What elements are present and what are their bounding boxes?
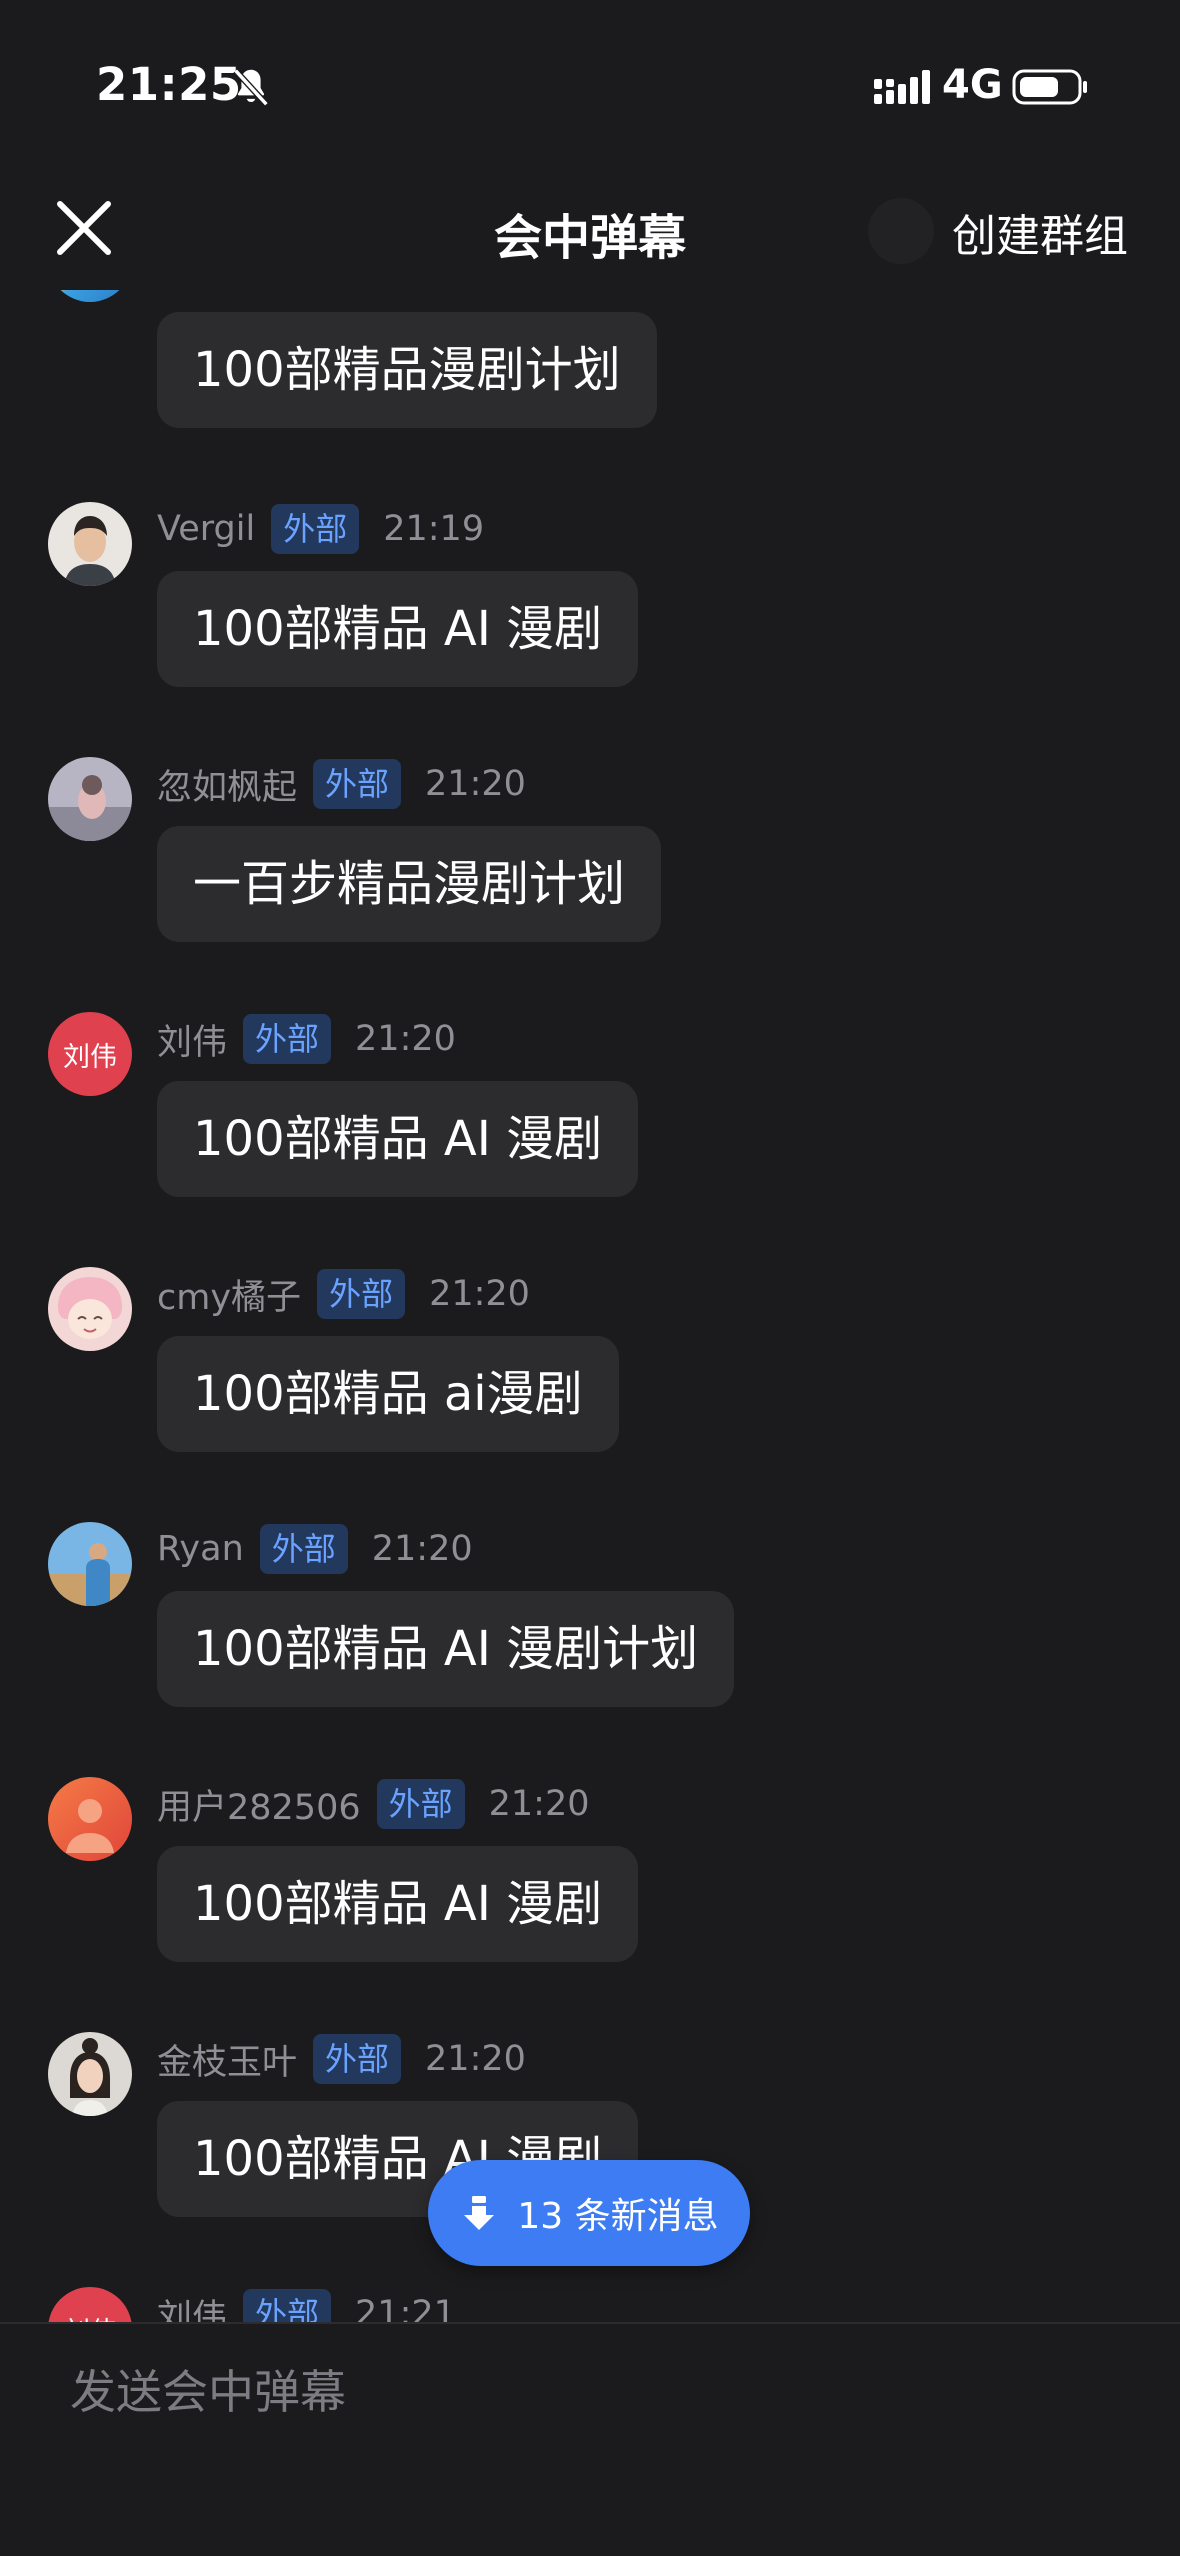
- battery-icon: [1012, 69, 1087, 105]
- sender-name: 金枝玉叶: [157, 2042, 298, 2083]
- avatar[interactable]: [48, 502, 132, 586]
- message-list[interactable]: ​ 100部精品漫剧计划 Vergil 外部 21:19 100部精品 AI 漫…: [0, 290, 1180, 2322]
- message-bubble[interactable]: 100部精品 AI 漫剧: [157, 1081, 639, 1197]
- message-meta: 用户282506 外部 21:20: [157, 1777, 590, 1831]
- message-time: 21:20: [429, 1274, 530, 1314]
- external-badge: 外部: [243, 1014, 332, 1064]
- avatar[interactable]: 刘伟: [48, 1012, 132, 1096]
- sender-name: 刘伟: [157, 2297, 228, 2323]
- sender-name: 忽如枫起: [157, 767, 298, 808]
- message-time: 21:20: [425, 764, 526, 804]
- message-bubble[interactable]: 100部精品 AI 漫剧: [157, 1846, 639, 1962]
- external-badge: 外部: [317, 1269, 406, 1319]
- external-badge: 外部: [376, 1779, 465, 1829]
- arrow-down-icon: [464, 2196, 495, 2230]
- create-group-button[interactable]: 创建群组: [952, 200, 1128, 264]
- avatar[interactable]: [48, 1267, 132, 1351]
- create-group-icon[interactable]: [868, 198, 934, 264]
- avatar[interactable]: [48, 1777, 132, 1861]
- avatar[interactable]: [48, 757, 132, 841]
- message-time: 21:20: [425, 2039, 526, 2079]
- message-time: 21:19: [383, 509, 485, 549]
- message-time: 21:20: [355, 1019, 456, 1059]
- avatar-initials: 刘伟: [63, 1041, 117, 1073]
- status-time: 21:25: [96, 58, 242, 111]
- message-meta: 刘伟 外部 21:21: [157, 2287, 456, 2322]
- signal-icon: [874, 70, 930, 104]
- message-bubble[interactable]: 100部精品 AI 漫剧计划: [157, 1591, 735, 1707]
- external-badge: 外部: [313, 2034, 402, 2084]
- sender-name: 刘伟: [157, 1022, 228, 1063]
- message-time: 21:21: [355, 2294, 456, 2322]
- bell-muted-icon: [233, 68, 269, 107]
- message-time: 21:20: [371, 1529, 473, 1569]
- message-meta: 忽如枫起 外部 21:20: [157, 757, 526, 811]
- message-bubble[interactable]: 一百步精品漫剧计划: [157, 826, 662, 942]
- status-bar: 21:25 4G: [0, 0, 1180, 170]
- input-area: [0, 2322, 1180, 2556]
- message-bubble[interactable]: 100部精品漫剧计划: [157, 312, 657, 428]
- message-meta: 金枝玉叶 外部 21:20: [157, 2032, 526, 2086]
- message-bubble[interactable]: 100部精品 AI 漫剧: [157, 571, 639, 687]
- sender-name: Vergil: [157, 509, 256, 549]
- new-messages-count: 13 条新消息: [517, 2196, 719, 2237]
- network-label: 4G: [942, 62, 1003, 108]
- external-badge: 外部: [271, 504, 360, 554]
- avatar-initials: 刘伟: [63, 2310, 117, 2323]
- message-bubble[interactable]: 100部精品 ai漫剧: [157, 1336, 619, 1452]
- avatar[interactable]: [48, 2032, 132, 2116]
- avatar[interactable]: 刘伟: [48, 2287, 132, 2322]
- message-meta: Vergil 外部 21:19: [157, 502, 484, 556]
- message-meta: 刘伟 外部 21:20: [157, 1012, 456, 1066]
- external-badge: 外部: [259, 1524, 348, 1574]
- screen: 21:25 4G 会中弹幕 创建群组 100部精品漫剧计划 Vergil 外部 …: [0, 0, 1180, 2556]
- new-messages-button[interactable]: 13 条新消息: [428, 2160, 750, 2266]
- header: 会中弹幕 创建群组: [0, 170, 1180, 300]
- message-time: 21:20: [488, 1784, 590, 1824]
- external-badge: 外部: [313, 759, 402, 809]
- avatar[interactable]: [48, 290, 132, 302]
- danmaku-input[interactable]: [70, 2354, 1110, 2430]
- sender-name: Ryan: [157, 1529, 244, 1569]
- sender-name: 用户282506: [157, 1787, 361, 1828]
- external-badge: 外部: [243, 2289, 332, 2322]
- message-meta: Ryan 外部 21:20: [157, 1522, 473, 1576]
- sender-name: cmy橘子: [157, 1277, 302, 1318]
- avatar[interactable]: [48, 1522, 132, 1606]
- message-meta: cmy橘子 外部 21:20: [157, 1267, 530, 1321]
